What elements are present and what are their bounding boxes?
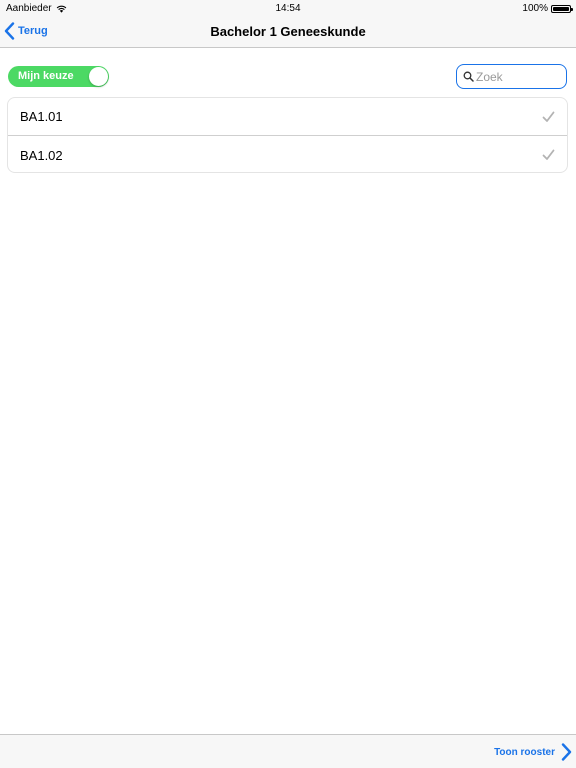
battery-percentage: 100%: [522, 3, 548, 14]
search-input[interactable]: [476, 69, 564, 84]
search-icon: [463, 71, 474, 82]
my-choice-toggle[interactable]: Mijn keuze: [8, 66, 109, 87]
main-content: Mijn keuze BA1.01 BA1.02: [0, 48, 576, 734]
group-list: BA1.01 BA1.02: [7, 97, 568, 173]
list-item-label: BA1.01: [20, 109, 63, 124]
bottom-toolbar: Toon rooster: [0, 734, 576, 768]
page-title: Bachelor 1 Geneeskunde: [210, 24, 366, 39]
show-schedule-button[interactable]: Toon rooster: [494, 743, 572, 761]
toggle-knob: [89, 67, 108, 86]
list-item-label: BA1.02: [20, 147, 63, 163]
status-time: 14:54: [275, 3, 301, 14]
show-schedule-label: Toon rooster: [494, 746, 555, 758]
chevron-right-icon: [561, 743, 572, 761]
status-bar: Aanbieder 14:54 100%: [0, 0, 576, 16]
navigation-bar: Terug Bachelor 1 Geneeskunde: [0, 16, 576, 48]
checkmark-icon: [542, 111, 555, 122]
battery-group: 100%: [522, 3, 573, 14]
checkmark-icon: [542, 149, 555, 160]
list-item[interactable]: BA1.01: [8, 98, 567, 136]
my-choice-toggle-label: Mijn keuze: [18, 70, 74, 82]
battery-icon: [551, 4, 573, 13]
search-field[interactable]: [456, 64, 567, 89]
list-item[interactable]: BA1.02: [8, 136, 567, 172]
